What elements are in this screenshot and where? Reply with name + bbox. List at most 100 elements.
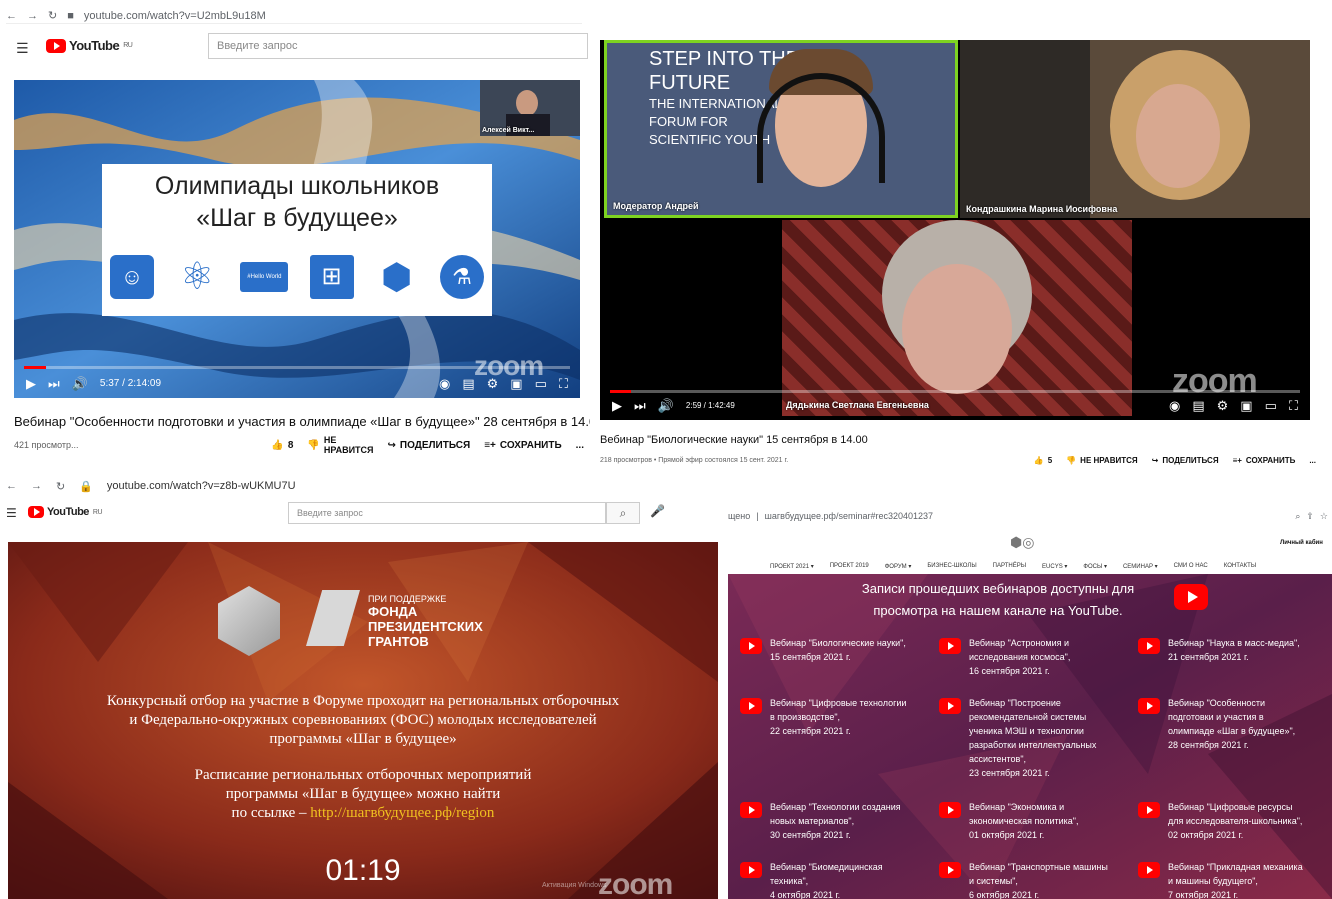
youtube-play-icon[interactable] (740, 802, 762, 818)
nav-item-6[interactable]: ФОСЫ ▾ (1083, 563, 1107, 570)
q4-cabinet-link[interactable]: Личный кабин (1280, 540, 1323, 546)
nav-item-2[interactable]: ФОРУМ ▾ (885, 563, 912, 570)
volume-icon[interactable]: 🔊 (658, 399, 674, 412)
q2-like-button[interactable]: 👍 5 (1034, 456, 1052, 465)
region-link[interactable]: http://шагвбудущее.рф/region (310, 805, 494, 821)
microphone-icon[interactable]: 🎤 (650, 504, 665, 518)
q1-like-button[interactable]: 👍 8 (271, 440, 293, 451)
fullscreen-icon[interactable]: ⛶ (1289, 399, 1298, 412)
youtube-play-icon[interactable] (1138, 862, 1160, 878)
fullscreen-icon[interactable]: ⛶ (559, 377, 568, 390)
youtube-channel-icon[interactable] (1174, 584, 1208, 610)
webinar-item[interactable]: Вебинар "Построение рекомендательной сист… (939, 696, 1119, 780)
webinar-item[interactable]: Вебинар "Особенности подготовки и участия… (1138, 696, 1318, 752)
q1-share-button[interactable]: ↪ ПОДЕЛИТЬСЯ (388, 440, 471, 451)
q4-nav: ПРОЕКТ 2021 ▾ ПРОЕКТ 2019 ФОРУМ ▾ БИЗНЕС-ШК… (770, 563, 1272, 570)
q1-save-button[interactable]: ≡+ СОХРАНИТЬ (484, 440, 561, 451)
webinar-item[interactable]: Вебинар "Прикладная механика и машины буд… (1138, 860, 1318, 899)
calculator-icon: ⊞ (309, 255, 354, 299)
youtube-play-icon[interactable] (1138, 802, 1160, 818)
settings-icon[interactable]: ⚙ (487, 377, 499, 390)
next-icon[interactable]: ⏭ (48, 377, 60, 390)
back-icon[interactable]: ← (6, 480, 17, 492)
webinar-item[interactable]: Вебинар "Цифровые технологии в производст… (740, 696, 920, 738)
q1-address-bar[interactable]: ← → ↻ ■ youtube.com/watch?v=U2mbL9u18M (6, 8, 582, 24)
webinar-item[interactable]: Вебинар "Наука в масс-медиа", 21 сентября… (1138, 636, 1318, 664)
youtube-play-icon[interactable] (939, 698, 961, 714)
youtube-play-icon[interactable] (740, 698, 762, 714)
q1-youtube-logo[interactable]: YouTube RU (46, 38, 133, 53)
autoplay-toggle-icon[interactable]: ◉ (439, 377, 450, 390)
reload-icon[interactable]: ↻ (56, 480, 65, 493)
miniplayer-icon[interactable]: ▣ (1240, 399, 1252, 412)
q2-meta-row: 218 просмотров • Прямой эфир состоялся 1… (600, 450, 1316, 470)
kondrashkina-face (1136, 84, 1220, 188)
webinar-line: Вебинар "Цифровые ресурсы (1168, 802, 1293, 812)
q4-address-bar[interactable]: щено | шагвбудущее.рф/seminar#rec3204012… (728, 508, 1328, 524)
q3-youtube-logo[interactable]: YouTube RU (28, 506, 103, 518)
forward-icon[interactable]: → (31, 480, 42, 492)
nav-item-1[interactable]: ПРОЕКТ 2019 (830, 563, 869, 570)
webinar-item[interactable]: Вебинар "Астрономия и исследования космос… (939, 636, 1119, 678)
bookmark-star-icon[interactable]: ☆ (1320, 511, 1328, 522)
q4-url: шагвбудущее.рф/seminar#rec320401237 (764, 511, 934, 521)
webinar-item[interactable]: Вебинар "Технологии создания новых матери… (740, 800, 920, 842)
forward-icon[interactable]: → (27, 10, 38, 22)
zoom-lens-icon[interactable]: ⌕ (1295, 511, 1300, 522)
webinar-line: Вебинар "Транспортные машины (969, 862, 1108, 872)
q2-share-button[interactable]: ↪ ПОДЕЛИТЬСЯ (1152, 456, 1219, 465)
q1-search-input[interactable]: Введите запрос (208, 33, 588, 59)
nav-item-7[interactable]: СЕМИНАР ▾ (1123, 563, 1158, 570)
q1-dislike-label-2: НРАВИТСЯ (323, 445, 374, 455)
q1-video-player[interactable]: Алексей Викт... Олимпиады школьников «Ша… (14, 80, 580, 398)
menu-icon[interactable]: ☰ (6, 506, 17, 520)
nav-item-3[interactable]: БИЗНЕС-ШКОЛЫ (927, 563, 976, 570)
webinar-item[interactable]: Вебинар "Цифровые ресурсы для исследовате… (1138, 800, 1318, 842)
q2-dislike-button[interactable]: 👎 НЕ НРАВИТСЯ (1066, 456, 1137, 465)
youtube-play-icon[interactable] (939, 862, 961, 878)
nav-item-0[interactable]: ПРОЕКТ 2021 ▾ (770, 563, 814, 570)
nav-item-9[interactable]: КОНТАКТЫ (1224, 563, 1256, 570)
q3-address-bar[interactable]: ← → ↻ 🔒 youtube.com/watch?v=z8b-wUKMU7U (6, 476, 718, 496)
back-icon[interactable]: ← (6, 10, 17, 22)
nav-item-4[interactable]: ПАРТНЁРЫ (993, 563, 1026, 570)
theater-icon[interactable]: ▭ (535, 377, 547, 390)
nav-item-8[interactable]: СМИ О НАС (1174, 563, 1208, 570)
webinar-item[interactable]: Вебинар "Биологические науки", 15 сентябр… (740, 636, 920, 664)
q2-video-player[interactable]: STEP INTO THE FUTURE THE INTERNATIONAL F… (600, 40, 1310, 420)
menu-icon[interactable]: ☰ (16, 40, 29, 57)
q3-search-input[interactable]: Введите запрос (288, 502, 606, 524)
youtube-play-icon[interactable] (1138, 698, 1160, 714)
webinar-line: Вебинар "Астрономия и (969, 638, 1069, 648)
q2-more-button[interactable]: ... (1309, 456, 1316, 465)
youtube-play-icon[interactable] (939, 802, 961, 818)
q3-video-player[interactable]: ПРИ ПОДДЕРЖКЕ ФОНДА ПРЕЗИДЕНТСКИХ ГРАНТО… (8, 542, 718, 899)
q1-dislike-button[interactable]: 👎 НЕ НРАВИТСЯ (307, 435, 373, 455)
settings-icon[interactable]: ⚙ (1217, 399, 1229, 412)
youtube-play-icon[interactable] (1138, 638, 1160, 654)
theater-icon[interactable]: ▭ (1265, 399, 1277, 412)
next-icon[interactable]: ⏭ (634, 399, 646, 412)
webinar-item[interactable]: Вебинар "Транспортные машины и системы", 6… (939, 860, 1119, 899)
play-icon[interactable]: ▶ (26, 377, 36, 390)
youtube-play-icon[interactable] (740, 862, 762, 878)
webinar-item[interactable]: Вебинар "Биомедицинская техника", 4 октябр… (740, 860, 920, 899)
q1-more-button[interactable]: ... (576, 440, 584, 451)
webinar-text: Вебинар "Наука в масс-медиа", 21 сентября… (1168, 636, 1300, 664)
reload-icon[interactable]: ↻ (48, 9, 57, 22)
share-page-icon[interactable]: ⇪ (1306, 511, 1314, 522)
miniplayer-icon[interactable]: ▣ (510, 377, 522, 390)
subtitles-icon[interactable]: ▤ (1192, 399, 1204, 412)
nav-item-5[interactable]: EUCYS ▾ (1042, 563, 1067, 570)
youtube-play-icon[interactable] (740, 638, 762, 654)
autoplay-toggle-icon[interactable]: ◉ (1169, 399, 1180, 412)
q2-save-button[interactable]: ≡+ СОХРАНИТЬ (1233, 456, 1296, 465)
q4-site-logo[interactable]: ⬢◎ (1010, 534, 1034, 551)
q3-search-button[interactable]: ⌕ (606, 502, 640, 524)
play-icon[interactable]: ▶ (612, 399, 622, 412)
youtube-play-icon[interactable] (939, 638, 961, 654)
volume-icon[interactable]: 🔊 (72, 377, 88, 390)
webinar-item[interactable]: Вебинар "Экономика и экономическая полити… (939, 800, 1119, 842)
webinar-line: 6 октября 2021 г. (969, 890, 1040, 899)
subtitles-icon[interactable]: ▤ (462, 377, 474, 390)
